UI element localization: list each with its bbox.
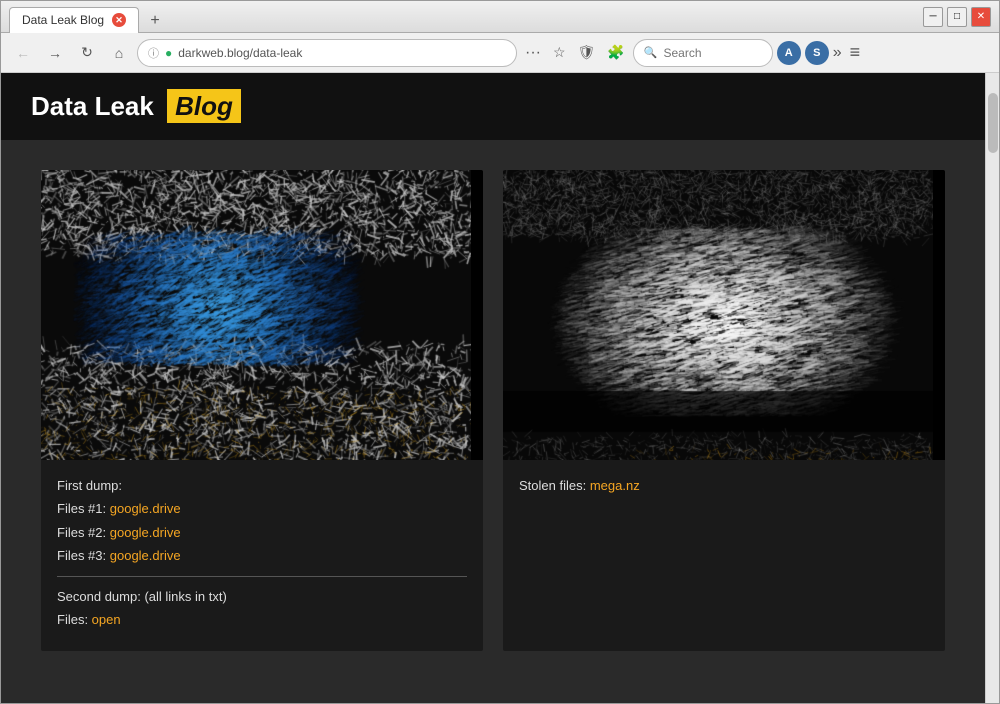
address-bar[interactable]: ⓘ ● darkweb.blog/data-leak [137, 39, 517, 67]
content-wrapper: Data Leak Blog First dump: Files #1: [1, 73, 999, 703]
toolbar: ← → ↻ ⌂ ⓘ ● darkweb.blog/data-leak ··· ☆… [1, 33, 999, 73]
search-icon: 🔍 [644, 46, 658, 59]
card-2-text: Stolen files: mega.nz [519, 474, 929, 497]
first-dump-label: First dump: [57, 474, 467, 497]
tab-title: Data Leak Blog [22, 13, 104, 27]
refresh-button[interactable]: ↻ [73, 39, 101, 67]
site-main: First dump: Files #1: google.drive Files… [1, 140, 985, 703]
files-3-line: Files #3: google.drive [57, 544, 467, 567]
secure-icon: ● [165, 46, 172, 60]
second-dump-label: Second dump: (all links in txt) [57, 585, 467, 608]
cards-grid: First dump: Files #1: google.drive Files… [41, 170, 945, 651]
forward-button[interactable]: → [41, 39, 69, 67]
card-2: Stolen files: mega.nz [503, 170, 945, 651]
card-1-image [41, 170, 483, 460]
site-header: Data Leak Blog [1, 73, 985, 140]
profile-icon-gray[interactable]: S [805, 41, 829, 65]
title-bar: Data Leak Blog ✕ + ─ □ ✕ [1, 1, 999, 33]
card-2-body: Stolen files: mega.nz [503, 460, 945, 517]
search-input[interactable] [663, 46, 761, 60]
card-1-body: First dump: Files #1: google.drive Files… [41, 460, 483, 651]
home-button[interactable]: ⌂ [105, 39, 133, 67]
close-button[interactable]: ✕ [971, 7, 991, 27]
extensions-button[interactable]: » [833, 44, 842, 62]
browser-content: Data Leak Blog First dump: Files #1: [1, 73, 985, 703]
card-1-text: First dump: Files #1: google.drive Files… [57, 474, 467, 631]
info-icon: ⓘ [148, 45, 159, 61]
profile-icon-blue[interactable]: A [777, 41, 801, 65]
scrollbar-thumb[interactable] [988, 93, 998, 153]
files-2-link[interactable]: google.drive [110, 525, 181, 540]
main-menu-button[interactable]: ≡ [846, 42, 865, 63]
window-controls: ─ □ ✕ [923, 7, 991, 27]
card-1: First dump: Files #1: google.drive Files… [41, 170, 483, 651]
files-open-link[interactable]: open [92, 612, 121, 627]
files-open-line: Files: open [57, 608, 467, 631]
active-tab[interactable]: Data Leak Blog ✕ [9, 7, 139, 33]
maximize-button[interactable]: □ [947, 7, 967, 27]
more-options-button[interactable]: ··· [521, 44, 545, 62]
bookmark-icon[interactable]: ☆ [549, 44, 570, 61]
profile-area: A S [777, 41, 829, 65]
scrollbar[interactable] [985, 73, 999, 703]
search-box[interactable]: 🔍 [633, 39, 773, 67]
new-tab-button[interactable]: + [143, 9, 167, 33]
card-divider [57, 576, 467, 577]
stolen-files-line: Stolen files: mega.nz [519, 474, 929, 497]
stolen-files-link[interactable]: mega.nz [590, 478, 640, 493]
back-button[interactable]: ← [9, 39, 37, 67]
card-1-canvas [41, 170, 471, 460]
files-3-link[interactable]: google.drive [110, 548, 181, 563]
card-2-canvas [503, 170, 933, 460]
minimize-button[interactable]: ─ [923, 7, 943, 27]
shield-icon[interactable]: 🛡 [574, 44, 600, 61]
site-title-plain: Data Leak [31, 91, 161, 121]
extension-icon[interactable]: 🧩 [603, 44, 628, 61]
site-title-highlight: Blog [167, 89, 241, 123]
tab-close-button[interactable]: ✕ [112, 13, 126, 27]
site-title: Data Leak Blog [31, 91, 241, 122]
files-2-line: Files #2: google.drive [57, 521, 467, 544]
files-1-link[interactable]: google.drive [110, 501, 181, 516]
address-text: darkweb.blog/data-leak [178, 46, 506, 60]
tab-bar: Data Leak Blog ✕ + [9, 1, 167, 33]
files-1-line: Files #1: google.drive [57, 497, 467, 520]
card-2-image [503, 170, 945, 460]
browser-window: Data Leak Blog ✕ + ─ □ ✕ ← → ↻ ⌂ ⓘ ● dar… [0, 0, 1000, 704]
